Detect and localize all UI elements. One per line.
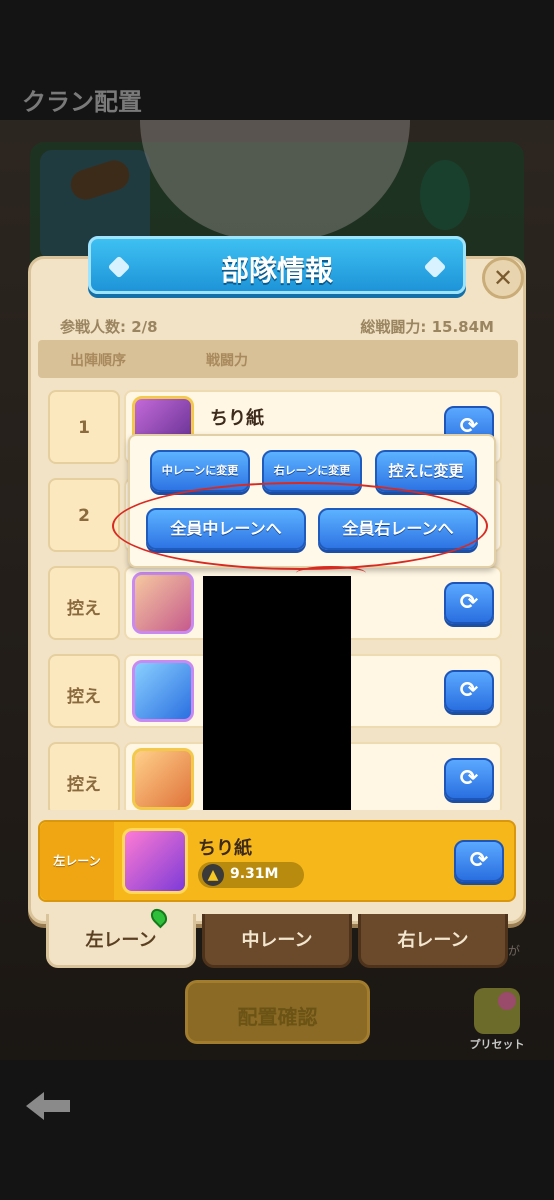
order-tag-label: 控え: [67, 687, 101, 707]
column-power: 戦闘力: [206, 353, 248, 369]
tab-right-lane[interactable]: 右レーン: [358, 914, 508, 968]
order-tag: 控え: [48, 742, 120, 810]
swap-button[interactable]: ⟳: [454, 840, 504, 882]
preset-label: プリセット: [469, 1038, 525, 1051]
annotation-stroke: [296, 566, 366, 580]
power-badge: ▲ 9.31M: [198, 862, 304, 888]
order-tag: 2: [48, 478, 120, 552]
stats-row: 参戦人数: 2/8 総戦闘力: 15.84M: [60, 316, 494, 338]
order-tag: 1: [48, 390, 120, 464]
order-tag-label: 2: [78, 506, 90, 526]
participants-count: 参戦人数: 2/8: [60, 318, 158, 336]
top-bar: クラン配置: [0, 60, 554, 120]
current-selection-bar: 左レーン ちり紙 ▲ 9.31M ⟳: [38, 820, 516, 902]
tab-mid-lane[interactable]: 中レーン: [202, 914, 352, 968]
column-header: 出陣順序 戦闘力: [38, 340, 518, 378]
preset-icon: [474, 988, 520, 1034]
avatar: [132, 748, 194, 810]
close-icon: ✕: [492, 264, 514, 292]
selected-lane-label: 左レーン: [53, 854, 101, 868]
order-tag-label: 1: [78, 418, 90, 438]
game-screen: クラン配置 各 が 配置確認 プリセット 部隊情報 ✕ 参戦人数: 2/8 総戦…: [0, 0, 554, 1200]
power-icon: ▲: [202, 864, 224, 886]
swap-button[interactable]: ⟳: [444, 582, 494, 624]
order-tag-label: 控え: [67, 775, 101, 795]
page-title: クラン配置: [22, 88, 142, 116]
panel-header: 部隊情報: [88, 236, 466, 294]
power-value: 9.31M: [230, 866, 279, 882]
total-power: 総戦闘力: 15.84M: [360, 318, 494, 336]
column-order: 出陣順序: [70, 353, 126, 369]
close-button[interactable]: ✕: [482, 257, 524, 299]
preset-button[interactable]: プリセット: [462, 988, 532, 1052]
panel-title: 部隊情報: [220, 254, 333, 287]
member-name: ちり紙: [210, 408, 264, 429]
selected-lane-tag: 左レーン: [40, 822, 114, 900]
refresh-icon: ⟳: [469, 848, 489, 873]
tab-left-lane[interactable]: 左レーン: [46, 914, 196, 968]
refresh-icon: ⟳: [459, 678, 479, 703]
confirm-placement-label: 配置確認: [237, 1005, 318, 1029]
avatar: [122, 828, 188, 894]
avatar: [132, 660, 194, 722]
swap-button[interactable]: ⟳: [444, 670, 494, 712]
order-tag: 控え: [48, 654, 120, 728]
swap-button[interactable]: ⟳: [444, 758, 494, 800]
background-hint-right: が: [508, 944, 521, 958]
annotation-circle: [112, 482, 488, 570]
avatar: [132, 572, 194, 634]
back-arrow-icon[interactable]: [22, 1088, 74, 1124]
refresh-icon: ⟳: [459, 590, 479, 615]
selected-member-name: ちり紙: [198, 838, 252, 859]
refresh-icon: ⟳: [459, 766, 479, 791]
redaction-block: [203, 576, 351, 810]
order-tag-label: 控え: [67, 599, 101, 619]
confirm-placement-button[interactable]: 配置確認: [185, 980, 370, 1044]
change-to-reserve-button[interactable]: 控えに変更: [375, 450, 477, 492]
order-tag: 控え: [48, 566, 120, 640]
